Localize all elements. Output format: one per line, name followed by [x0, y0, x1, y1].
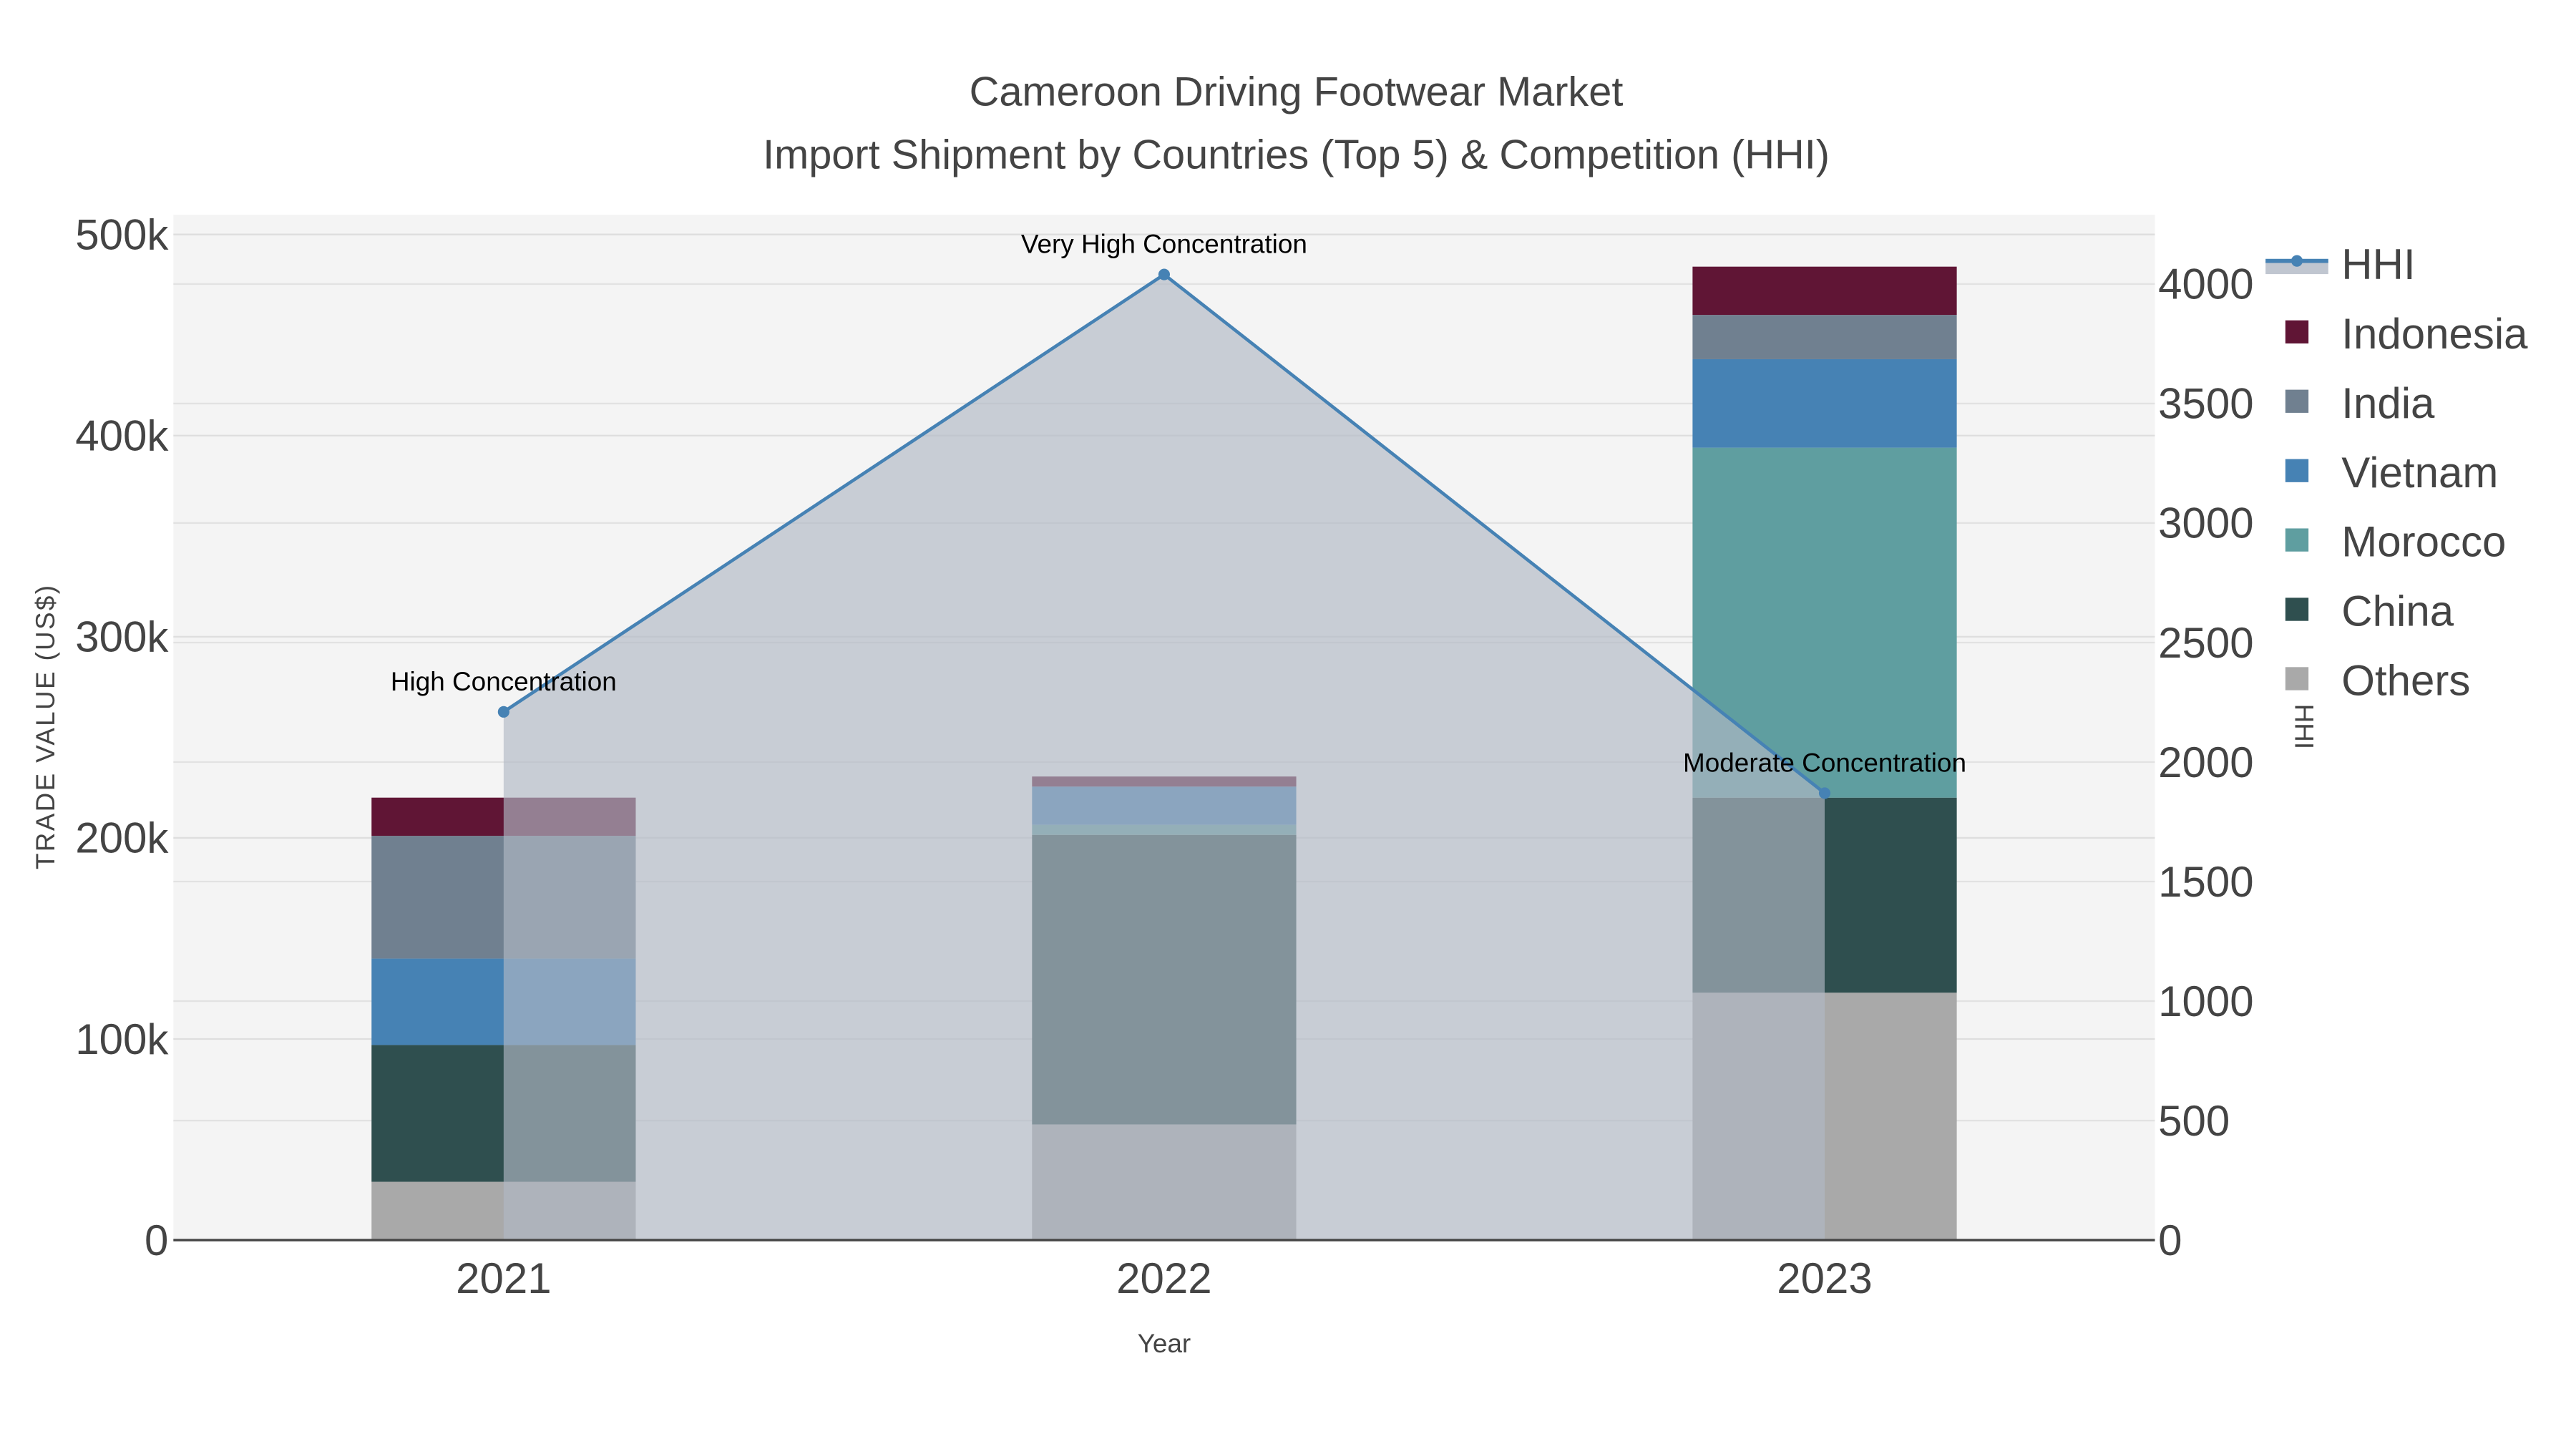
x-tick-label: 2021: [456, 1254, 551, 1302]
y2-axis-label: HHI: [2290, 704, 2319, 750]
legend-swatch: [2285, 597, 2309, 621]
legend-label: Morocco: [2341, 518, 2506, 566]
chart-title: Cameroon Driving Footwear Market: [970, 69, 1624, 115]
legend-swatch: [2285, 528, 2309, 552]
y2-tick-label: 2000: [2158, 738, 2253, 786]
y-tick-label: 300k: [75, 613, 169, 661]
legend-swatch: [2285, 459, 2309, 482]
hhi-annotation: Moderate Concentration: [1683, 748, 1966, 777]
y-tick-label: 0: [145, 1216, 168, 1264]
legend-swatch: [2285, 320, 2309, 343]
x-tick-label: 2023: [1777, 1254, 1872, 1302]
hhi-point-2022: [1158, 268, 1170, 280]
hhi-annotation: Very High Concentration: [1021, 230, 1307, 259]
hhi-annotation: High Concentration: [391, 667, 617, 696]
y2-tick-label: 500: [2158, 1097, 2230, 1145]
legend-label: China: [2341, 587, 2454, 635]
hhi-point-2023: [1818, 787, 1831, 799]
y2-tick-label: 1500: [2158, 858, 2253, 906]
legend-swatch-marker: [2290, 255, 2303, 267]
bar-vietnam-2023: [1692, 358, 1957, 448]
legend-swatch: [2285, 389, 2309, 413]
bar-indonesia-2023: [1692, 266, 1957, 316]
y2-tick-label: 2500: [2158, 619, 2253, 667]
legend-label: HHI: [2341, 240, 2415, 288]
bar-india-2023: [1692, 315, 1957, 359]
legend-swatch: [2285, 667, 2309, 691]
y2-tick-label: 0: [2158, 1216, 2182, 1264]
y2-tick-label: 3500: [2158, 380, 2253, 428]
legend-label: Indonesia: [2341, 310, 2528, 358]
x-axis-label: Year: [1138, 1329, 1191, 1358]
y2-tick-label: 1000: [2158, 977, 2253, 1025]
y-axis-label: TRADE VALUE (US$): [31, 584, 60, 869]
y-tick-label: 500k: [75, 210, 169, 258]
y2-tick-label: 4000: [2158, 260, 2253, 308]
y-tick-label: 100k: [75, 1015, 169, 1063]
chart: 0 100k 200k 300k 400k 500k 0 500 1000 1500 2000 25…: [0, 0, 2576, 1449]
hhi-point-2021: [497, 706, 509, 718]
y2-tick-label: 3000: [2158, 499, 2253, 547]
chart-subtitle: Import Shipment by Countries (Top 5) & C…: [763, 132, 1830, 177]
y-tick-label: 200k: [75, 814, 169, 862]
y-tick-label: 400k: [75, 412, 169, 460]
legend-label: India: [2341, 379, 2435, 427]
legend-label: Others: [2341, 657, 2470, 705]
x-tick-label: 2022: [1116, 1254, 1211, 1302]
legend-label: Vietnam: [2341, 449, 2498, 497]
